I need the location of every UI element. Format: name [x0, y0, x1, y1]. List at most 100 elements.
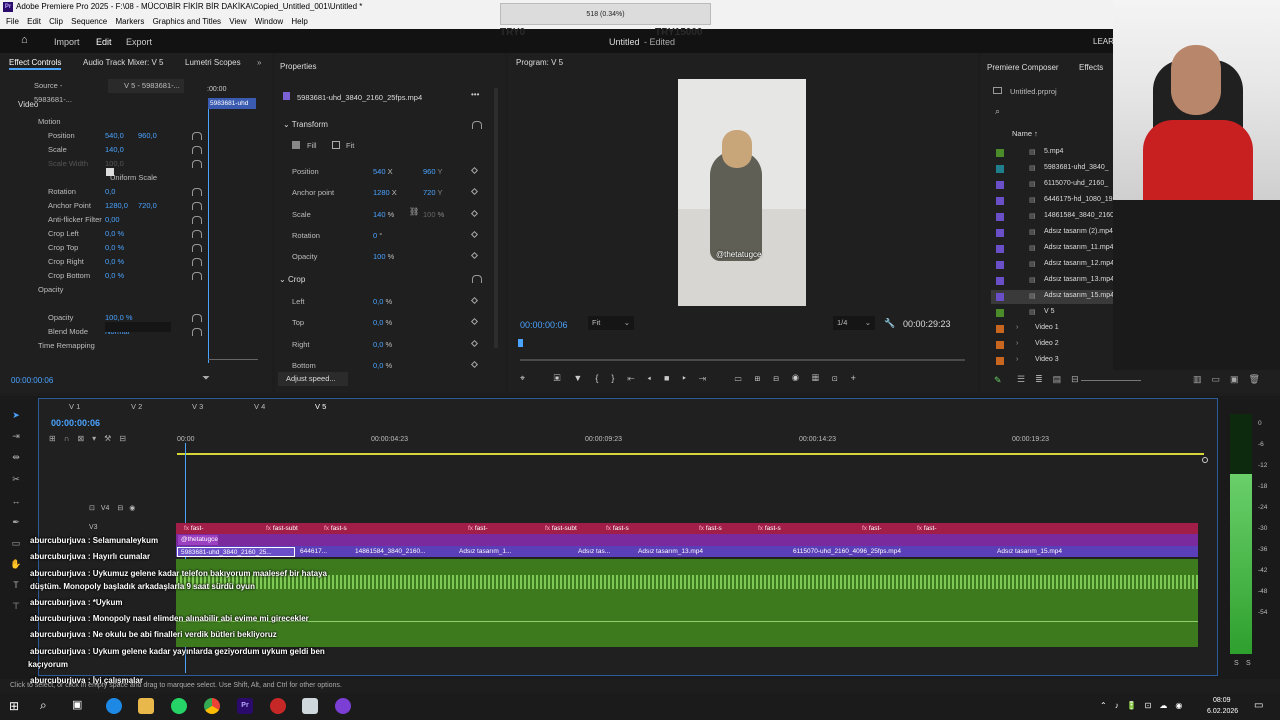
- fx-clip[interactable]: fx fast-s: [696, 524, 722, 534]
- video-frame[interactable]: @thetatugce: [678, 79, 806, 306]
- caption-track[interactable]: [176, 534, 1198, 546]
- menu-edit[interactable]: Edit: [27, 14, 41, 29]
- icon-size-slider[interactable]: [1081, 380, 1141, 381]
- v1-clip[interactable]: Adsız tasarım_13.mp4: [635, 547, 787, 557]
- tab-audio-mixer[interactable]: Audio Track Mixer: V 5: [83, 56, 163, 70]
- app-icon-red[interactable]: [270, 698, 286, 714]
- menu-clip[interactable]: Clip: [49, 14, 63, 29]
- tab-effects[interactable]: Effects: [1079, 61, 1103, 75]
- reset-icon[interactable]: [192, 272, 202, 280]
- seq-tab-v2[interactable]: V 2: [131, 402, 142, 411]
- menu-graphics[interactable]: Graphics and Titles: [153, 14, 221, 29]
- task-view-icon[interactable]: ▣: [72, 698, 82, 711]
- crop-value[interactable]: 0,0 %: [373, 340, 392, 349]
- effect-row-value-2[interactable]: 960,0: [138, 131, 157, 140]
- home-icon[interactable]: ⌂: [21, 35, 33, 46]
- chrome-icon[interactable]: [204, 698, 220, 714]
- fx-clip[interactable]: fx fast-s: [321, 524, 347, 534]
- menu-window[interactable]: Window: [255, 14, 283, 29]
- hand-tool-icon[interactable]: ✋: [9, 559, 23, 571]
- caption-tool-icon[interactable]: ⊤: [9, 601, 23, 613]
- work-area-bar[interactable]: [177, 453, 1204, 455]
- wrench-icon[interactable]: 🔧: [884, 318, 895, 329]
- tab-edit[interactable]: Edit: [96, 37, 112, 47]
- effect-row-value[interactable]: 140,0: [105, 145, 124, 154]
- crop-chevron-icon[interactable]: ⌄: [279, 275, 288, 284]
- sequence-dropdown[interactable]: V 5 - 5983681-...: [108, 79, 184, 93]
- view-buttons[interactable]: ☰≣▤⊟: [1017, 374, 1089, 385]
- effect-row-value[interactable]: 100,0 %: [105, 313, 133, 322]
- tab-lumetri-scopes[interactable]: Lumetri Scopes: [185, 56, 241, 70]
- fx-clip[interactable]: fx fast-: [465, 524, 488, 534]
- program-playhead[interactable]: [518, 339, 523, 347]
- v1-clip[interactable]: 644617...: [297, 547, 347, 557]
- transform-chevron-icon[interactable]: ⌄: [283, 120, 292, 129]
- effect-row-value[interactable]: 1280,0: [105, 201, 128, 210]
- properties-scrollbar[interactable]: [494, 88, 498, 348]
- tab-effect-controls[interactable]: Effect Controls: [9, 56, 62, 70]
- blend-mode-select[interactable]: [105, 322, 171, 332]
- bin-buttons[interactable]: ▥▭▣🗑: [1193, 374, 1270, 385]
- menu-markers[interactable]: Markers: [115, 14, 144, 29]
- more-options-icon[interactable]: •••: [471, 90, 479, 99]
- fit-icon[interactable]: [332, 141, 340, 149]
- source-dropdown[interactable]: Source - 5983681-...: [8, 79, 98, 104]
- menu-file[interactable]: File: [6, 14, 19, 29]
- tab-export[interactable]: Export: [126, 37, 152, 47]
- reset-icon[interactable]: [192, 160, 202, 168]
- keyframe-icon[interactable]: [470, 339, 479, 348]
- pen-tool-icon[interactable]: ✒: [9, 517, 23, 529]
- file-explorer-icon[interactable]: [138, 698, 154, 714]
- effect-row-value[interactable]: 540,0: [105, 131, 124, 140]
- app-icon-gray[interactable]: [302, 698, 318, 714]
- v1-clip[interactable]: Adsız tasarım_1...: [456, 547, 572, 557]
- program-scrubber[interactable]: [520, 359, 965, 361]
- audio-track-a2[interactable]: [176, 595, 1198, 647]
- reset-icon[interactable]: [192, 230, 202, 238]
- menu-view[interactable]: View: [229, 14, 246, 29]
- adjust-speed-button[interactable]: Adjust speed...: [278, 372, 348, 386]
- property-value-a[interactable]: 140 %: [373, 210, 394, 219]
- razor-tool-icon[interactable]: ✂: [9, 474, 23, 486]
- app-icon-purple[interactable]: [335, 698, 351, 714]
- mini-clip[interactable]: 5983681-uhd: [208, 98, 256, 109]
- keyframe-icon[interactable]: [470, 360, 479, 369]
- fx-clip[interactable]: fx fast-subt: [263, 524, 298, 534]
- keyframe-icon[interactable]: [470, 317, 479, 326]
- premiere-taskbar-icon[interactable]: Pr: [237, 698, 253, 714]
- ripple-edit-icon[interactable]: ⇹: [9, 452, 23, 464]
- seq-tab-v1[interactable]: V 1: [69, 402, 80, 411]
- uniform-scale-checkbox[interactable]: [106, 168, 114, 176]
- caption-clip[interactable]: @thetatugce: [178, 535, 218, 545]
- audio-track-a1[interactable]: [176, 559, 1198, 595]
- seq-tab-v4[interactable]: V 4: [254, 402, 265, 411]
- reset-icon[interactable]: [192, 202, 202, 210]
- type-tool-icon[interactable]: T: [9, 580, 23, 592]
- column-name[interactable]: Name ↑: [1012, 129, 1038, 138]
- fx-clip[interactable]: fx fast-: [181, 524, 204, 534]
- fx-clip[interactable]: fx fast-: [914, 524, 937, 534]
- fx-clip[interactable]: fx fast-s: [603, 524, 629, 534]
- reset-icon[interactable]: [192, 146, 202, 154]
- effect-row-value[interactable]: 100,0: [105, 159, 124, 168]
- property-value-a[interactable]: 540 X: [373, 167, 393, 176]
- notification-icon[interactable]: ▭: [1254, 700, 1263, 711]
- fit-label[interactable]: Fit: [346, 141, 354, 150]
- reset-icon[interactable]: [192, 328, 202, 336]
- mini-playhead[interactable]: [208, 109, 209, 363]
- learn-link[interactable]: LEAR: [1093, 37, 1114, 46]
- reset-icon[interactable]: [192, 216, 202, 224]
- fill-label[interactable]: Fill: [307, 141, 317, 150]
- effect-row-value-2[interactable]: 720,0: [138, 201, 157, 210]
- effect-row-value[interactable]: 0,0 %: [105, 271, 124, 280]
- property-value-a[interactable]: 0 °: [373, 231, 382, 240]
- filter-icon[interactable]: ⏷: [202, 373, 210, 384]
- fx-clip[interactable]: fx fast-s: [755, 524, 781, 534]
- tray-icons[interactable]: ⌃♪🔋⊡☁◉: [1100, 701, 1190, 710]
- search-taskbar-icon[interactable]: ⌕: [40, 698, 47, 713]
- property-value-b[interactable]: 960 Y: [423, 167, 442, 176]
- crop-value[interactable]: 0,0 %: [373, 361, 392, 370]
- track-select-icon[interactable]: ⇥: [9, 431, 23, 443]
- keyframe-icon[interactable]: [470, 251, 479, 260]
- transform-reset-icon[interactable]: [472, 121, 482, 129]
